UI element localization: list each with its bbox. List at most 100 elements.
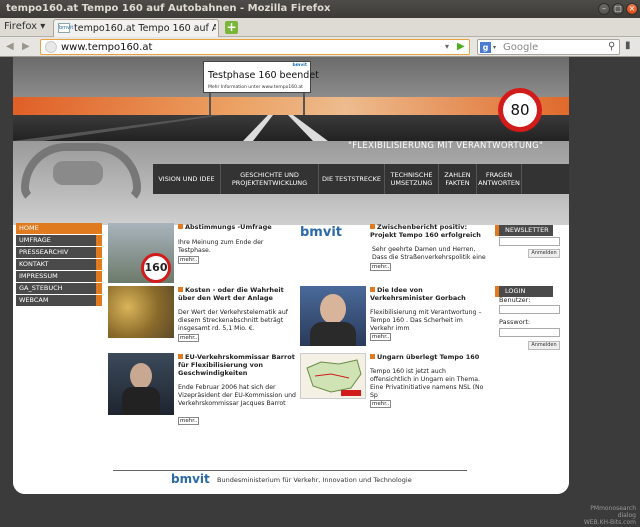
username-input[interactable] bbox=[499, 305, 560, 314]
article-thumb-bmvit-logo[interactable]: bmvit bbox=[300, 225, 366, 245]
menu-kontakt[interactable]: KONTAKT bbox=[16, 259, 102, 270]
search-engine-dropdown-icon[interactable]: ▾ bbox=[493, 44, 496, 51]
close-button[interactable]: × bbox=[626, 3, 638, 15]
article-thumb-gorbach[interactable] bbox=[300, 286, 366, 346]
more-link[interactable]: mehr.. bbox=[370, 333, 392, 341]
search-placeholder: Google bbox=[503, 42, 539, 53]
road-lines-icon bbox=[13, 115, 328, 141]
page-viewport: bmvit Testphase 160 beendet Mehr Informa… bbox=[0, 57, 640, 527]
window-titlebar: tempo160.at Tempo 160 auf Autobahnen - M… bbox=[0, 0, 640, 18]
more-link[interactable]: mehr.. bbox=[178, 256, 200, 264]
firefox-menu-button[interactable]: Firefox ▾ bbox=[4, 21, 45, 32]
road-image bbox=[13, 115, 569, 141]
forward-arrow-icon[interactable]: ▶ bbox=[22, 40, 34, 54]
newsletter-subscribe-button[interactable]: Anmelden bbox=[528, 249, 560, 258]
watermark-line-1: PMmonosearch dialog bbox=[590, 505, 636, 519]
article-zwischenbericht: bmvit Zwischenbericht positiv: Projekt T… bbox=[300, 223, 490, 283]
speed-limit-sign: 80 bbox=[498, 88, 542, 132]
gantry-subtitle: Mehr Information unter www.tempo160.at bbox=[208, 85, 303, 90]
portrait-face bbox=[320, 294, 346, 324]
nav-zahlen-fakten[interactable]: ZAHLEN FAKTEN bbox=[439, 164, 477, 194]
article-text: Tempo 160 ist jetzt auch offensichtlich … bbox=[370, 368, 484, 399]
article-text: Ihre Meinung zum Ende der Testphase. bbox=[178, 239, 264, 254]
newsletter-heading: NEWSLETTER bbox=[495, 225, 553, 236]
password-input[interactable] bbox=[499, 328, 560, 337]
article-ungarn: Ungarn überlegt Tempo 160 Tempo 160 ist … bbox=[300, 353, 490, 413]
password-label: Passwort: bbox=[499, 318, 531, 326]
url-bar[interactable]: www.tempo160.at ▾ ▶ bbox=[40, 39, 470, 55]
menu-gaestebuch[interactable]: GA_STEBUCH bbox=[16, 283, 102, 294]
footer-bmvit-logo: bmvit bbox=[171, 472, 210, 486]
back-arrow-icon[interactable]: ◀ bbox=[6, 40, 18, 54]
gantry-sign: bmvit Testphase 160 beendet Mehr Informa… bbox=[203, 61, 319, 93]
browser-tab[interactable]: bmvit tempo160.at Tempo 160 auf A... bbox=[53, 19, 219, 37]
menu-pressearchiv[interactable]: PRESSEARCHIV bbox=[16, 247, 102, 258]
navigation-toolbar: ◀ ▶ www.tempo160.at ▾ ▶ g ▾ Google ⚲ ▮ bbox=[0, 37, 640, 57]
more-link[interactable]: mehr.. bbox=[178, 334, 200, 342]
tab-bar: Firefox ▾ bmvit tempo160.at Tempo 160 au… bbox=[0, 18, 640, 37]
username-label: Benutzer: bbox=[499, 296, 531, 304]
top-navigation: VISION UND IDEE GESCHICHTE UND PROJEKTEN… bbox=[153, 164, 569, 194]
minimize-button[interactable]: – bbox=[598, 3, 610, 15]
menu-home[interactable]: HOME bbox=[16, 223, 102, 234]
web-page: bmvit Testphase 160 beendet Mehr Informa… bbox=[13, 57, 569, 494]
steering-wheel-hub bbox=[53, 161, 103, 185]
new-tab-button[interactable]: + bbox=[225, 21, 238, 34]
search-bar[interactable]: g ▾ Google ⚲ bbox=[477, 39, 620, 55]
go-arrow-icon[interactable]: ▶ bbox=[457, 41, 465, 52]
watermark: PMmonosearch dialog WEB.KH-Bits.com bbox=[572, 505, 636, 526]
search-icon[interactable]: ⚲ bbox=[608, 41, 615, 52]
more-link[interactable]: mehr.. bbox=[370, 263, 392, 271]
article-thumb-coins[interactable] bbox=[108, 286, 174, 338]
login-button[interactable]: Anmelden bbox=[528, 341, 560, 350]
portrait-face bbox=[130, 363, 152, 389]
footer: bmvit Bundesministerium für Verkehr, Inn… bbox=[171, 472, 471, 488]
menu-umfrage[interactable]: UMFRAGE bbox=[16, 235, 102, 246]
url-text: www.tempo160.at bbox=[61, 42, 153, 53]
watermark-line-2: WEB.KH-Bits.com bbox=[583, 519, 636, 526]
menu-webcam[interactable]: WEBCAM bbox=[16, 295, 102, 306]
nav-fragen-antworten[interactable]: FRAGEN ANTWORTEN bbox=[477, 164, 522, 194]
url-dropdown-icon[interactable]: ▾ bbox=[445, 42, 449, 51]
google-icon[interactable]: g bbox=[480, 42, 491, 53]
favicon-icon: bmvit bbox=[58, 23, 74, 33]
header-banner: bmvit Testphase 160 beendet Mehr Informa… bbox=[13, 57, 569, 225]
article-title[interactable]: Zwischenbericht positiv: Projekt Tempo 1… bbox=[370, 223, 488, 239]
nav-technische-umsetzung[interactable]: TECHNISCHE UMSETZUNG bbox=[385, 164, 439, 194]
article-title[interactable]: Die Idee von Verkehrsminister Gorbach bbox=[370, 286, 488, 302]
more-link[interactable]: mehr.. bbox=[370, 400, 392, 408]
article-kosten: Kosten - oder die Wahrheit über den Wert… bbox=[108, 286, 298, 346]
article-title[interactable]: Ungarn überlegt Tempo 160 bbox=[370, 353, 488, 361]
window-title: tempo160.at Tempo 160 auf Autobahnen - M… bbox=[6, 3, 331, 14]
more-link[interactable]: mehr.. bbox=[178, 417, 200, 425]
hungary-map-icon bbox=[306, 359, 362, 396]
nav-geschichte[interactable]: GESCHICHTE UND PROJEKTENTWICKLUNG bbox=[221, 164, 319, 194]
slogan-text: "FLEXIBILISIERUNG MIT VERANTWORTUNG" bbox=[348, 141, 544, 151]
article-thumb-road[interactable]: 160 bbox=[108, 223, 174, 283]
article-text: Flexibilisierung mit Verantwortung – Tem… bbox=[370, 309, 482, 332]
menu-impressum[interactable]: IMPRESSUM bbox=[16, 271, 102, 282]
newsletter-email-input[interactable] bbox=[499, 237, 560, 246]
speed-160-sign-icon: 160 bbox=[141, 253, 171, 283]
article-title[interactable]: EU-Verkehrskommissar Barrot für Flexibil… bbox=[178, 353, 296, 377]
overflow-menu-icon[interactable]: ▮ bbox=[625, 40, 637, 54]
article-text: Der Wert der Verkehrstelematik auf diese… bbox=[178, 309, 288, 332]
nav-teststrecke[interactable]: DIE TESTSTRECKE bbox=[319, 164, 385, 194]
maximize-button[interactable]: □ bbox=[612, 3, 624, 15]
tab-title: tempo160.at Tempo 160 auf A... bbox=[74, 23, 216, 34]
article-thumb-barrot[interactable] bbox=[108, 353, 174, 415]
left-menu: HOME UMFRAGE PRESSEARCHIV KONTAKT IMPRES… bbox=[16, 223, 102, 307]
portrait-suit bbox=[122, 387, 160, 415]
footer-divider bbox=[113, 470, 467, 471]
article-gorbach: Die Idee von Verkehrsminister Gorbach Fl… bbox=[300, 286, 490, 348]
nav-vision-und-idee[interactable]: VISION UND IDEE bbox=[153, 164, 221, 194]
article-thumb-map[interactable] bbox=[300, 353, 366, 399]
article-title[interactable]: Abstimmungs -Umfrage bbox=[178, 223, 296, 231]
article-title[interactable]: Kosten - oder die Wahrheit über den Wert… bbox=[178, 286, 296, 302]
article-text: Ende Februar 2006 hat sich der Vizepräsi… bbox=[178, 384, 296, 407]
article-text: Sehr geehrte Damen und Herren, Dass die … bbox=[372, 246, 486, 261]
gantry-logo: bmvit bbox=[292, 63, 307, 68]
site-identity-icon[interactable] bbox=[45, 41, 57, 53]
gantry-title: Testphase 160 beendet bbox=[208, 70, 319, 81]
article-barrot: EU-Verkehrskommissar Barrot für Flexibil… bbox=[108, 353, 298, 431]
